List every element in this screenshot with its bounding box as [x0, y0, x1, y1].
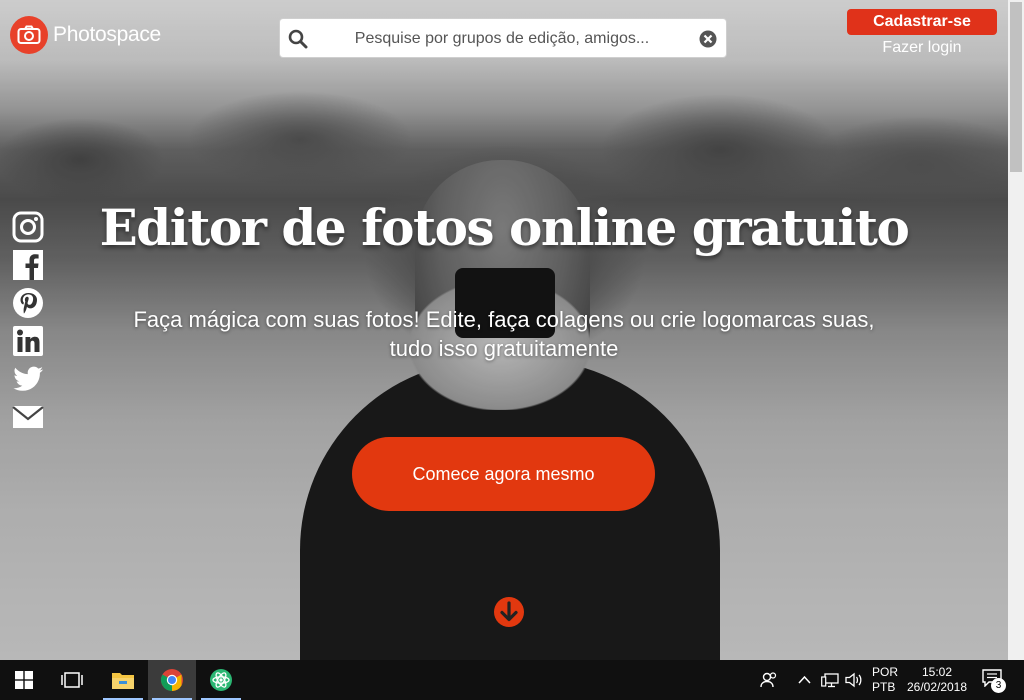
hero-subtitle: Faça mágica com suas fotos! Edite, faça …	[133, 307, 875, 361]
chrome-icon[interactable]	[148, 660, 196, 700]
file-explorer-icon[interactable]	[99, 660, 147, 700]
language-code: POR	[872, 665, 899, 679]
scroll-down-arrow-icon[interactable]	[493, 596, 525, 628]
clear-search-icon[interactable]	[699, 30, 717, 48]
hero-title: Editor de fotos online gratuito	[99, 198, 910, 257]
task-view-icon[interactable]	[48, 660, 96, 700]
volume-icon[interactable]	[845, 672, 863, 688]
action-center-icon[interactable]: 3	[982, 669, 1006, 693]
twitter-icon[interactable]	[12, 363, 44, 395]
windows-taskbar: POR PTB 15:02 26/02/2018 3	[0, 660, 1024, 700]
atom-app-icon[interactable]	[197, 660, 245, 700]
scrollbar-thumb[interactable]	[1010, 2, 1022, 172]
search-box[interactable]	[279, 18, 727, 58]
site-logo[interactable]: Photospace	[10, 16, 161, 54]
chevron-up-icon[interactable]	[798, 675, 811, 684]
clock-date: 26/02/2018	[906, 680, 968, 694]
search-icon[interactable]	[288, 29, 308, 49]
pinterest-icon[interactable]	[12, 287, 44, 319]
vertical-scrollbar[interactable]	[1008, 0, 1024, 660]
login-link[interactable]: Fazer login	[847, 39, 997, 57]
people-icon[interactable]	[760, 672, 778, 688]
input-language-indicator[interactable]: POR PTB	[872, 665, 899, 695]
taskbar-clock[interactable]: 15:02 26/02/2018	[902, 665, 972, 695]
email-icon[interactable]	[12, 401, 44, 433]
camera-logo-icon	[10, 16, 48, 54]
search-input[interactable]	[320, 25, 684, 53]
signup-button[interactable]: Cadastrar-se	[847, 9, 997, 35]
notification-count-badge: 3	[991, 678, 1006, 693]
linkedin-icon[interactable]	[12, 325, 44, 357]
network-icon[interactable]	[821, 672, 839, 688]
windows-start-icon[interactable]	[0, 660, 48, 700]
start-now-button[interactable]: Comece agora mesmo	[352, 437, 655, 511]
clock-time: 15:02	[921, 665, 953, 679]
keyboard-layout: PTB	[872, 680, 896, 694]
logo-text: Photospace	[53, 23, 161, 46]
